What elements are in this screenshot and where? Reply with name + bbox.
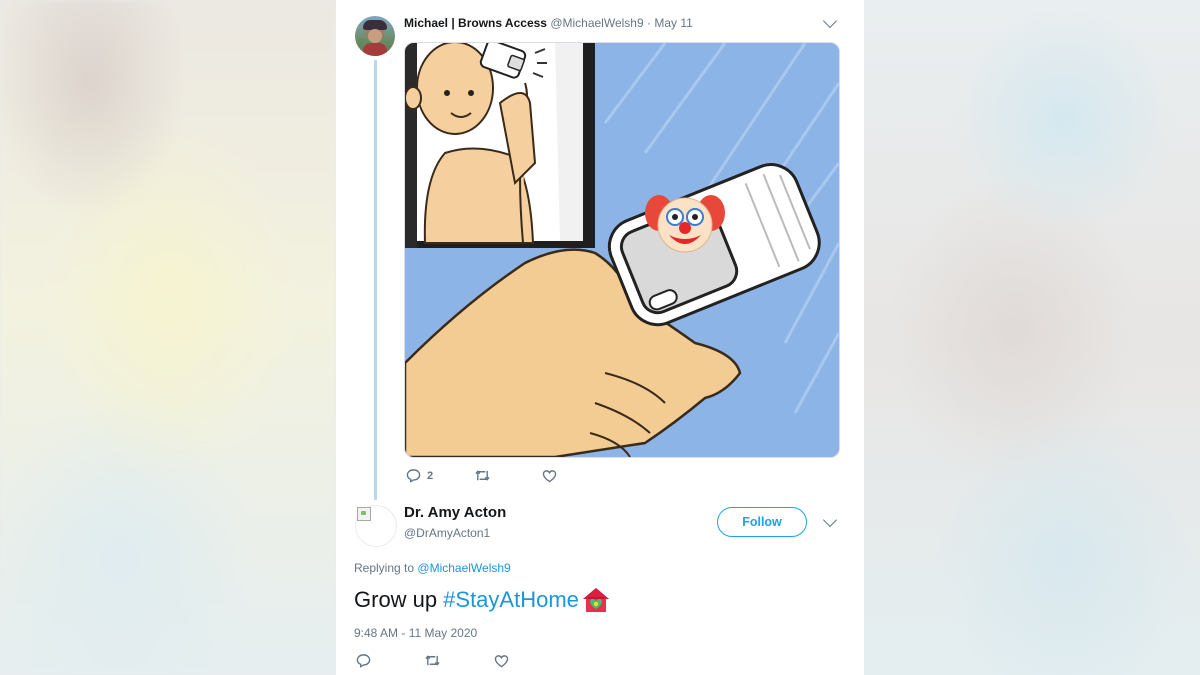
retweet-button[interactable] xyxy=(474,468,542,483)
tweet-actions: 2 xyxy=(406,468,557,483)
tweet-body: Grow up xyxy=(354,587,438,612)
broken-image-icon xyxy=(357,507,371,521)
like-button[interactable] xyxy=(542,469,557,483)
retweet-button[interactable] xyxy=(424,653,494,668)
blurred-background-right xyxy=(864,0,1200,675)
follow-button[interactable]: Follow xyxy=(717,507,807,537)
avatar[interactable] xyxy=(355,505,397,547)
reply-button[interactable]: 2 xyxy=(406,468,474,483)
tweet-actions xyxy=(356,653,509,668)
replying-to: Replying to @MichaelWelsh9 xyxy=(354,561,511,575)
user-handle[interactable]: @DrAmyActon1 xyxy=(404,526,490,540)
thread-connector-line xyxy=(374,60,377,500)
comic-illustration xyxy=(405,43,839,457)
reply-icon xyxy=(406,469,421,483)
house-with-heart-icon xyxy=(582,588,609,612)
retweet-icon xyxy=(475,470,490,481)
replying-label: Replying to xyxy=(354,561,415,575)
avatar[interactable] xyxy=(355,16,395,56)
reply-icon xyxy=(356,654,371,668)
reply-count: 2 xyxy=(427,469,434,482)
replying-handle-link[interactable]: @MichaelWelsh9 xyxy=(417,561,510,575)
separator: · xyxy=(646,16,651,30)
tweet-header: Michael | Browns Access @MichaelWelsh9 ·… xyxy=(404,16,693,34)
display-name[interactable]: Dr. Amy Acton xyxy=(404,504,506,521)
tweet-media-image[interactable] xyxy=(404,42,840,458)
tweet-text: Grow up #StayAtHome xyxy=(354,586,611,614)
blurred-background-left xyxy=(0,0,336,675)
tweet-date[interactable]: May 11 xyxy=(654,16,692,30)
user-handle[interactable]: @MichaelWelsh9 xyxy=(550,16,643,30)
heart-icon xyxy=(542,469,557,482)
hashtag-link[interactable]: #StayAtHome xyxy=(443,587,579,613)
like-button[interactable] xyxy=(494,654,509,668)
display-name[interactable]: Michael | Browns Access xyxy=(404,16,547,30)
heart-icon xyxy=(494,654,509,667)
tweet-timestamp[interactable]: 9:48 AM - 11 May 2020 xyxy=(354,626,477,640)
reply-button[interactable] xyxy=(356,653,424,668)
retweet-icon xyxy=(425,655,440,666)
